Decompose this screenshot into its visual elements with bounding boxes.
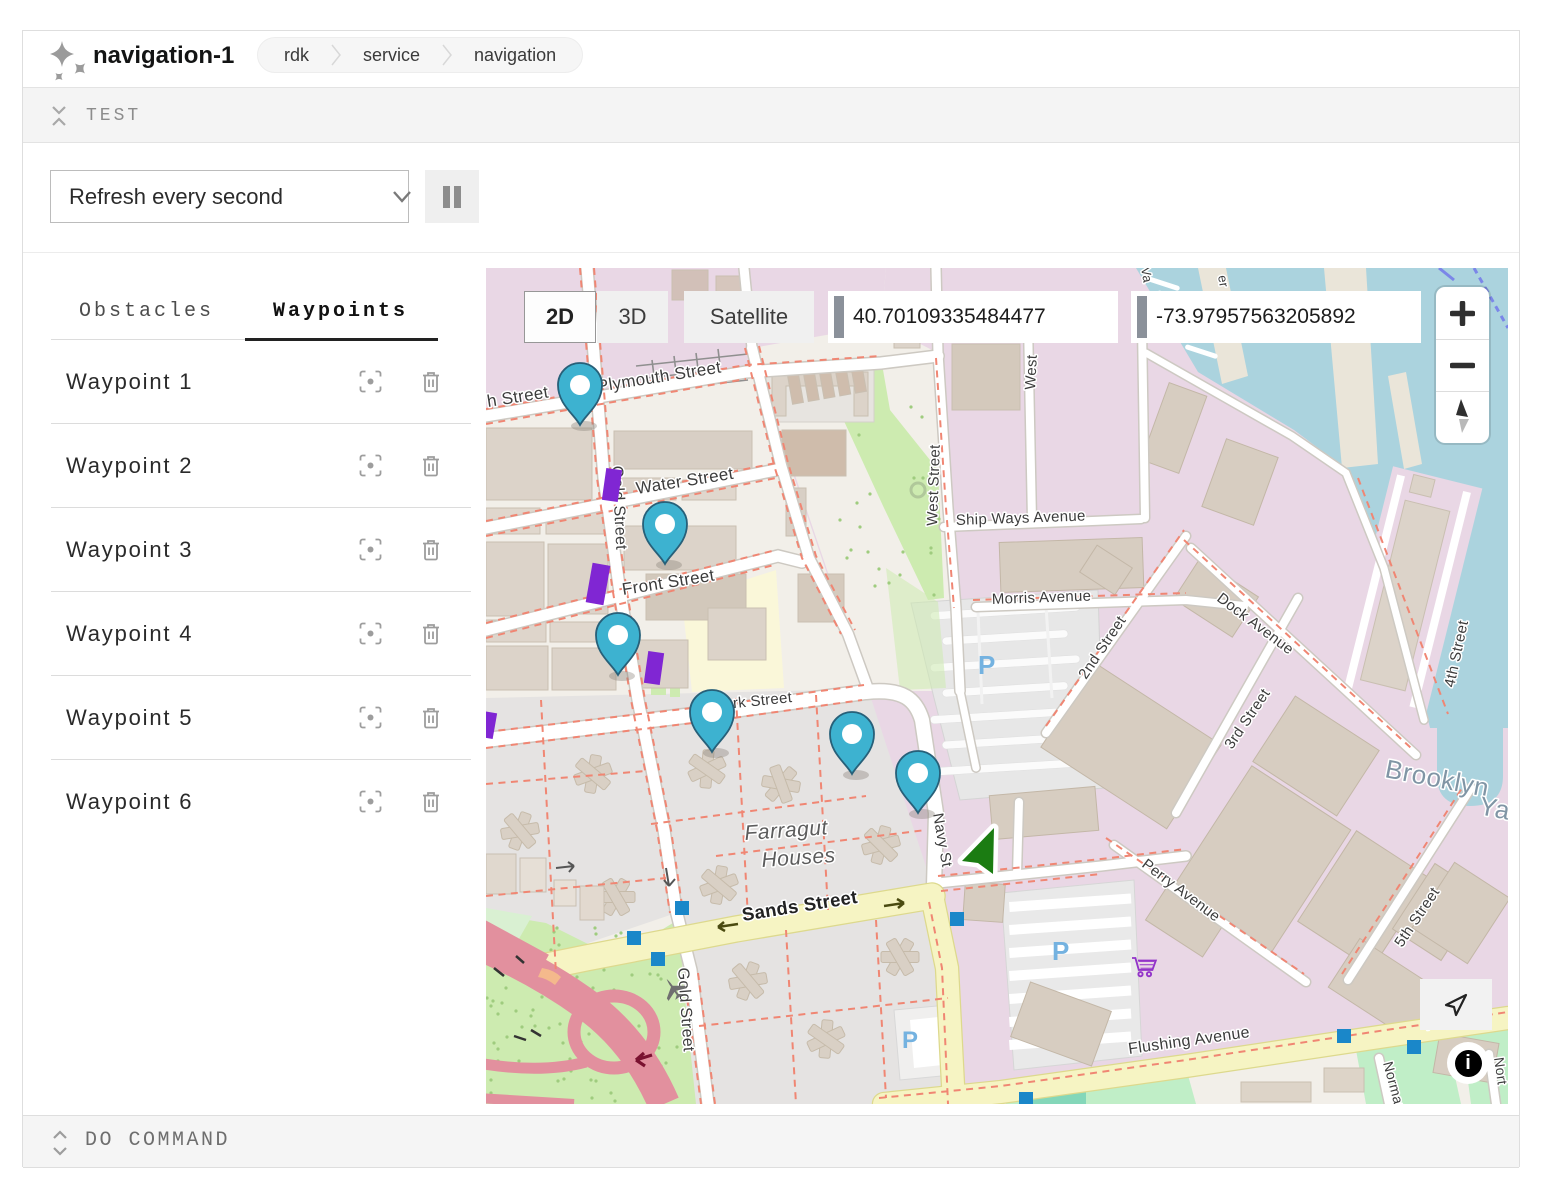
svg-text:West Street: West Street	[924, 444, 944, 526]
svg-text:West: West	[1022, 354, 1041, 390]
svg-text:P: P	[902, 1027, 918, 1054]
svg-text:Morris Avenue: Morris Avenue	[992, 588, 1092, 608]
svg-text:P: P	[978, 650, 995, 680]
svg-text:P: P	[1052, 936, 1069, 966]
